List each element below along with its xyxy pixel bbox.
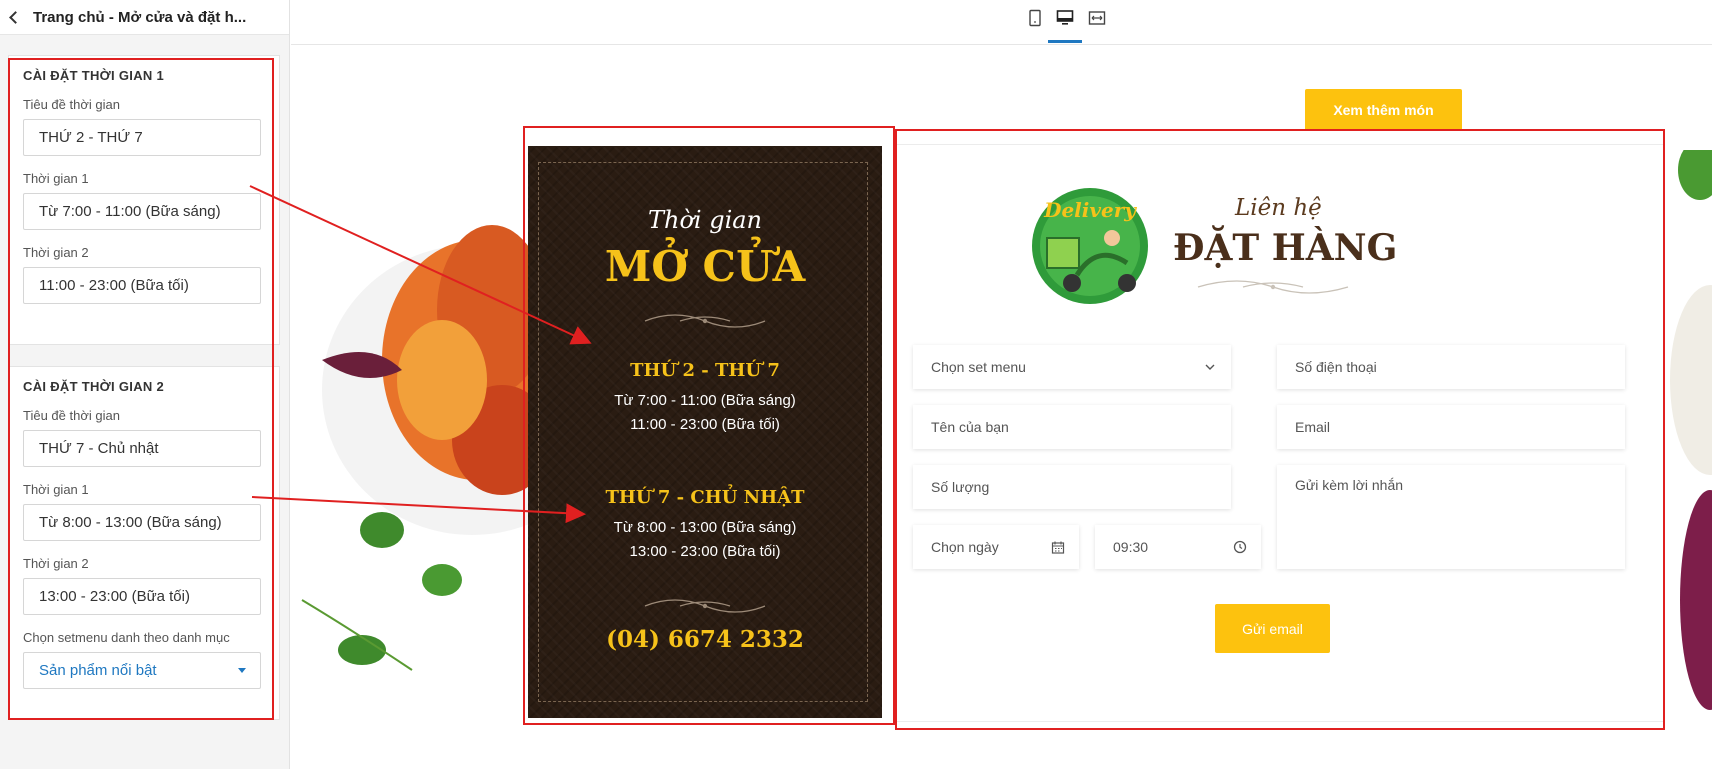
food-image-right bbox=[1670, 150, 1712, 710]
annotation-box-settings bbox=[8, 58, 274, 720]
view-more-button[interactable]: Xem thêm món bbox=[1305, 89, 1462, 131]
sidebar-title: Trang chủ - Mở cửa và đặt h... bbox=[33, 8, 247, 26]
annotation-box-order bbox=[895, 129, 1665, 730]
annotation-box-hours bbox=[523, 126, 895, 725]
fullwidth-view-icon[interactable] bbox=[1088, 9, 1106, 27]
preview-toolbar bbox=[291, 0, 1712, 45]
desktop-view-icon[interactable] bbox=[1056, 9, 1074, 27]
sidebar-header: Trang chủ - Mở cửa và đặt h... bbox=[0, 0, 289, 35]
mobile-view-icon[interactable] bbox=[1026, 9, 1044, 27]
active-view-indicator bbox=[1048, 40, 1082, 43]
back-arrow-icon[interactable] bbox=[7, 10, 21, 24]
food-image-left bbox=[301, 225, 552, 671]
